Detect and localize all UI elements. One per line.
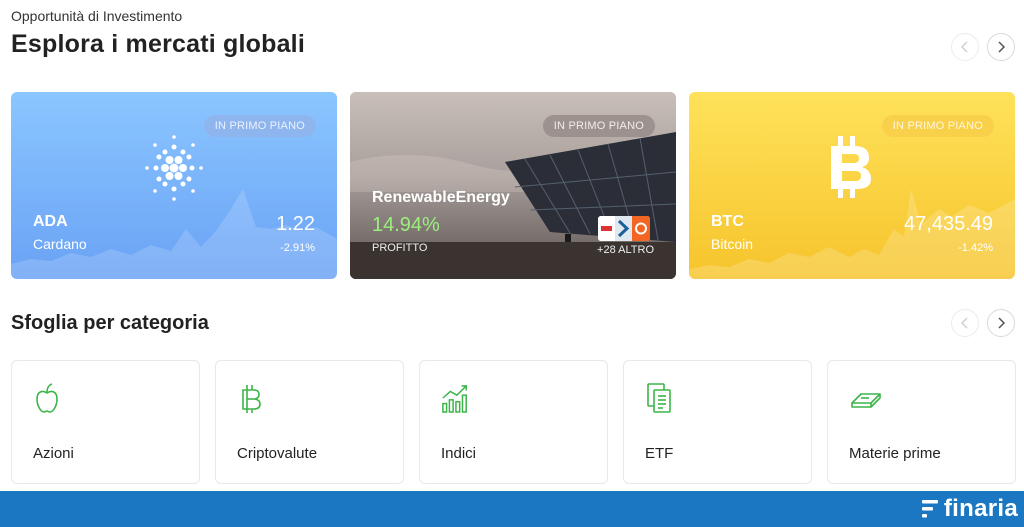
- holding-logo: [632, 216, 650, 241]
- category-label: Materie prime: [849, 445, 941, 462]
- featured-card-btc[interactable]: IN PRIMO PIANO BTC Bitcoin 47,435.49 -1.…: [689, 92, 1015, 279]
- asset-price: 1.22: [276, 213, 315, 235]
- category-card-etf[interactable]: ETF: [623, 360, 812, 484]
- chevron-left-icon: [960, 317, 968, 329]
- bitcoin-icon: [242, 385, 261, 413]
- category-prev-button[interactable]: [951, 309, 979, 337]
- featured-card-ada[interactable]: IN PRIMO PIANO ADA Cardano 1.22 -2.91%: [11, 92, 337, 279]
- overline: Opportunità di Investimento: [11, 8, 183, 24]
- holdings-logos: [598, 216, 650, 241]
- chevron-left-icon: [960, 41, 968, 53]
- asset-change: -2.91%: [280, 242, 315, 254]
- finaria-logo-icon: [921, 500, 938, 518]
- category-card-materie-prime[interactable]: Materie prime: [827, 360, 1016, 484]
- asset-symbol: ADA: [33, 213, 68, 230]
- portfolio-return: 14.94%: [372, 214, 440, 236]
- featured-badge: IN PRIMO PIANO: [542, 115, 655, 137]
- category-next-button[interactable]: [987, 309, 1015, 337]
- chevron-right-icon: [998, 41, 1006, 53]
- category-label: Azioni: [33, 445, 74, 462]
- portfolio-return-label: PROFITTO: [372, 242, 428, 254]
- chevron-right-icon: [998, 317, 1006, 329]
- category-card-criptovalute[interactable]: Criptovalute: [215, 360, 404, 484]
- category-label: Indici: [441, 445, 477, 462]
- featured-badge: IN PRIMO PIANO: [203, 115, 316, 137]
- apple-icon: [36, 383, 58, 413]
- page-title: Esplora i mercati globali: [11, 30, 305, 58]
- asset-change: -1.42%: [958, 242, 993, 254]
- portfolio-name: RenewableEnergy: [372, 189, 510, 206]
- category-card-indici[interactable]: Indici: [419, 360, 608, 484]
- finaria-logo[interactable]: finaria: [921, 495, 1018, 523]
- category-card-azioni[interactable]: Azioni: [11, 360, 200, 484]
- asset-name: Bitcoin: [711, 236, 754, 252]
- holdings-more: +28 ALTRO: [597, 244, 654, 256]
- section-title: Sfoglia per categoria: [11, 312, 209, 334]
- bar-chart-icon: [442, 385, 467, 413]
- category-label: ETF: [645, 445, 674, 462]
- footer-bar: finaria: [0, 491, 1024, 527]
- asset-symbol: BTC: [711, 213, 744, 230]
- brand-name: finaria: [943, 495, 1018, 522]
- asset-name: Cardano: [33, 236, 87, 252]
- documents-icon: [647, 383, 671, 413]
- carousel-prev-button[interactable]: [951, 33, 979, 61]
- asset-price: 47,435.49: [904, 213, 993, 235]
- featured-card-renewable-energy[interactable]: IN PRIMO PIANO RenewableEnergy 14.94% PR…: [350, 92, 676, 279]
- bitcoin-icon: [831, 136, 871, 198]
- gold-bar-icon: [851, 393, 881, 408]
- holding-logo: [615, 216, 632, 241]
- category-label: Criptovalute: [237, 445, 318, 462]
- featured-badge: IN PRIMO PIANO: [881, 115, 994, 137]
- cardano-icon: [145, 135, 203, 201]
- holding-logo: [598, 216, 615, 241]
- carousel-next-button[interactable]: [987, 33, 1015, 61]
